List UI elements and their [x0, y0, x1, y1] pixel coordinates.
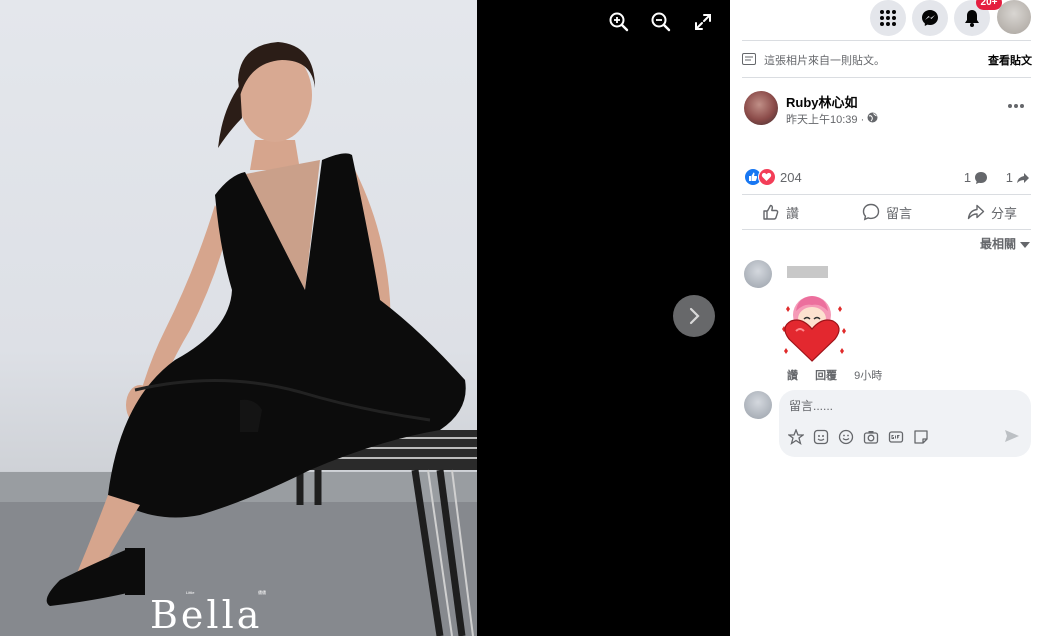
share-icon [967, 204, 985, 220]
emoji-icon[interactable] [838, 429, 854, 445]
magazine-logo: Bella [150, 593, 263, 636]
engagement-counts: 1 1 [950, 170, 1030, 185]
account-avatar[interactable] [997, 0, 1031, 34]
camera-icon[interactable] [863, 429, 879, 445]
share-button[interactable]: 分享 [967, 201, 1017, 223]
next-photo-button[interactable] [673, 295, 715, 337]
menu-button[interactable] [870, 0, 906, 36]
divider [742, 194, 1031, 195]
comment-count[interactable]: 1 [964, 170, 988, 185]
comment-composer [779, 390, 1031, 457]
send-icon[interactable] [1004, 428, 1020, 444]
post-info-icon [742, 53, 756, 65]
like-label: 讚 [786, 205, 800, 221]
comment-bubble-icon [975, 171, 988, 184]
current-user-avatar[interactable] [744, 391, 772, 419]
comment-button[interactable]: 留言 [862, 201, 912, 223]
messenger-icon [922, 10, 938, 26]
gif-icon[interactable] [888, 429, 904, 445]
post-panel: 20+ 這張相片來自一則貼文。 查看貼文 Ruby林心如 昨天上午10:39 ·… [730, 0, 1040, 636]
comment-reply-link[interactable]: 回覆 [815, 370, 837, 382]
post-photo[interactable]: Little 儂儂 Bella [0, 0, 477, 636]
zoom-in-icon[interactable] [608, 11, 630, 33]
more-options-button[interactable] [1004, 96, 1028, 116]
author-avatar[interactable] [744, 91, 778, 125]
comment-like-link[interactable]: 讚 [787, 370, 798, 382]
like-button[interactable]: 讚 [762, 201, 799, 223]
share-label: 分享 [991, 205, 1018, 221]
commenter-name[interactable] [787, 266, 828, 278]
sticker-image [782, 296, 846, 362]
love-reaction-icon [758, 168, 776, 186]
ellipsis-icon [1008, 104, 1024, 108]
messenger-button[interactable] [912, 0, 948, 36]
comment-count-value: 1 [963, 170, 972, 185]
bell-icon [965, 10, 979, 27]
divider [742, 40, 1031, 41]
caret-down-icon [1020, 241, 1030, 248]
photo-illustration [0, 42, 477, 636]
divider [742, 229, 1031, 230]
photo-source-text: 這張相片來自一則貼文。 [764, 55, 885, 67]
post-timestamp[interactable]: 昨天上午10:39 · [786, 111, 864, 127]
comment-icon [862, 203, 880, 221]
comment-time[interactable]: 9小時 [854, 370, 882, 382]
comment-actions: 讚 回覆 9小時 [787, 367, 896, 383]
globe-icon [867, 112, 878, 123]
reaction-count: 204 [780, 170, 802, 185]
comment-input[interactable] [789, 397, 989, 415]
author-name[interactable]: Ruby林心如 [786, 92, 858, 111]
share-arrow-icon [1017, 172, 1029, 183]
chevron-right-icon [689, 307, 700, 325]
photo-source-row: 這張相片來自一則貼文。 查看貼文 [742, 51, 1032, 69]
share-count-value: 1 [1005, 170, 1013, 185]
zoom-out-icon[interactable] [650, 11, 672, 33]
divider [742, 77, 1031, 78]
avatar-sticker-icon[interactable] [788, 429, 804, 445]
comment-sort-dropdown[interactable]: 最相關 [980, 235, 1030, 252]
share-count[interactable]: 1 [1006, 170, 1030, 185]
sticker-icon[interactable] [813, 429, 829, 445]
commenter-avatar[interactable] [744, 260, 772, 288]
sort-label: 最相關 [979, 237, 1016, 251]
thumbs-up-icon [763, 204, 779, 220]
comment-label: 留言 [886, 205, 913, 221]
photo-viewer: Little 儂儂 Bella [0, 0, 730, 636]
sticker-note-icon[interactable] [913, 429, 929, 445]
grid-menu-icon [880, 10, 896, 26]
view-post-link[interactable]: 查看貼文 [988, 52, 1032, 68]
fullscreen-icon[interactable] [692, 11, 714, 33]
